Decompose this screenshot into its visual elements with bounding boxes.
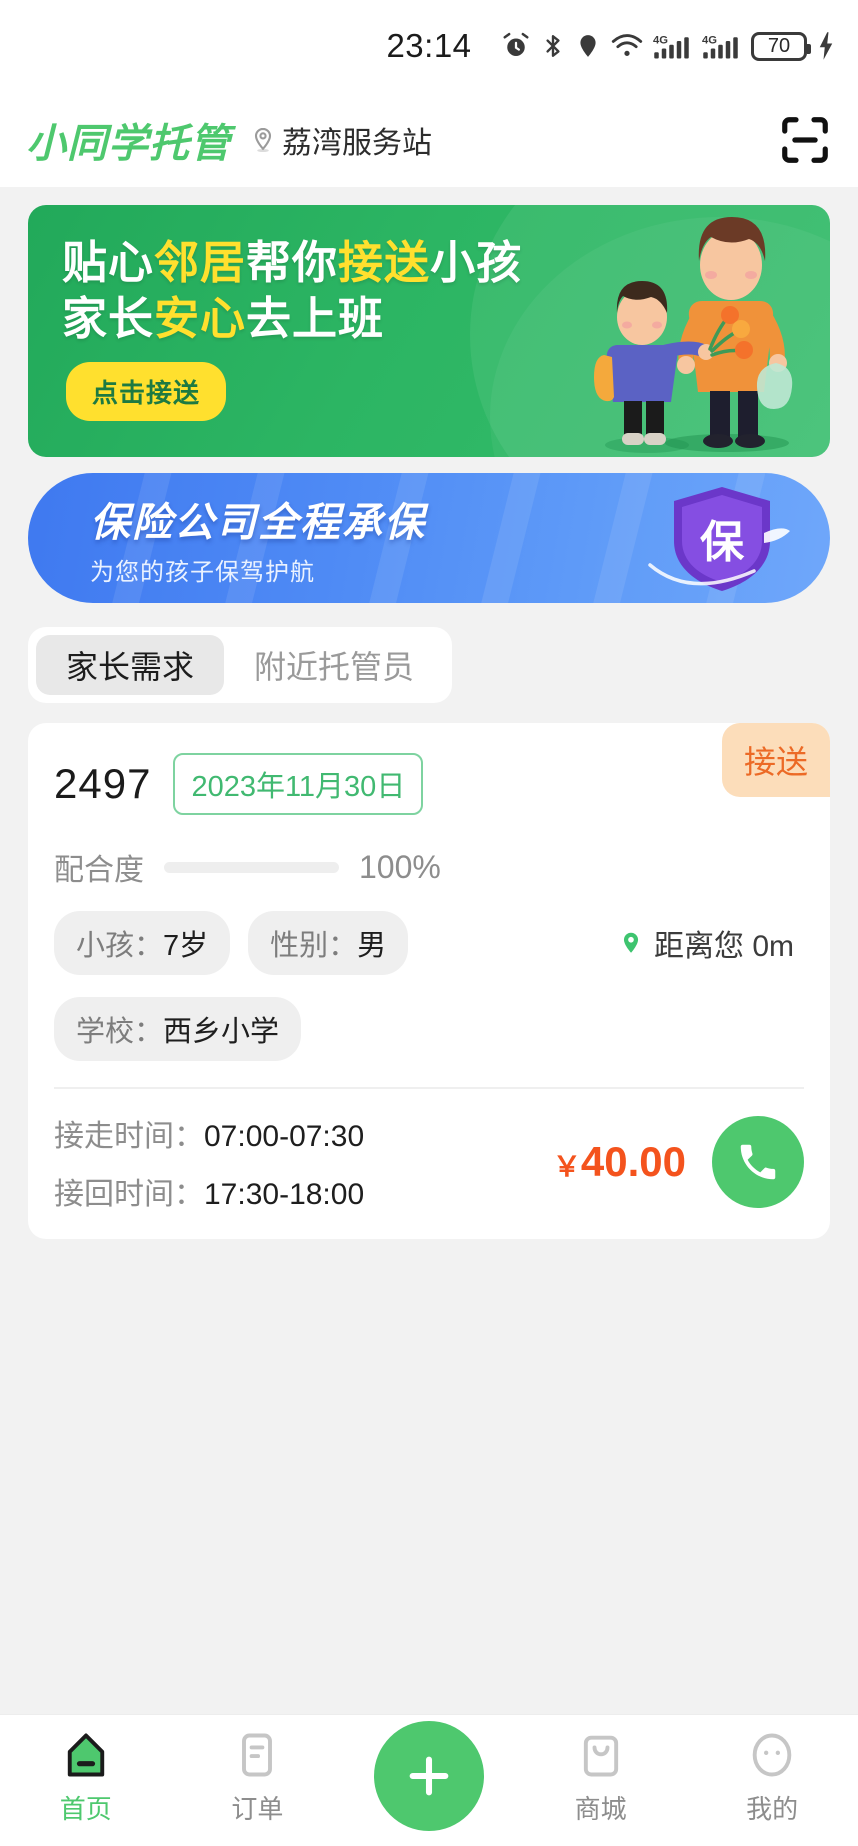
location-pin-icon [623, 932, 639, 953]
return-time-label: 接回时间： [54, 1178, 204, 1211]
location-pin-icon [254, 127, 272, 152]
tag-gender-label: 性别： [270, 930, 358, 962]
tag-child-age-label: 小孩： [76, 930, 164, 962]
alarm-icon [503, 32, 529, 56]
return-time-row: 接回时间：17:30-18:00 [54, 1169, 364, 1213]
cooperation-label: 配合度 [54, 854, 144, 887]
nav-item-profile[interactable]: 我的 [686, 1729, 858, 1826]
bottom-navigation: 首页 订单 商城 我的 [0, 1714, 858, 1846]
nav-label-shop: 商城 [574, 1794, 627, 1824]
plus-icon [409, 1756, 449, 1796]
signal-4g-icon: 4G [702, 35, 738, 59]
call-button[interactable] [712, 1116, 804, 1208]
station-selector[interactable]: 荔湾服务站 [249, 118, 432, 162]
insurance-subtitle: 为您的孩子保驾护航 [90, 558, 315, 586]
return-time-value: 17:30-18:00 [204, 1178, 365, 1211]
nav-item-home[interactable]: 首页 [0, 1729, 172, 1826]
phone-icon [740, 1144, 776, 1180]
order-footer: 接走时间：07:00-07:30 接回时间：17:30-18:00 ￥40.00 [54, 1111, 804, 1213]
hero-l2-a: 家长 [62, 293, 155, 345]
status-icons: 4G 4G 70 [501, 30, 836, 62]
hero-banner[interactable]: 贴心邻居帮你接送小孩 家长安心去上班 点击接送 [28, 205, 830, 457]
insurance-title: 保险公司全程承保 [90, 500, 426, 545]
nav-item-shop[interactable]: 商城 [515, 1729, 687, 1826]
bluetooth-icon [546, 35, 560, 57]
app-screen: 23:14 4G 4G 70 小同学托管 荔湾服务站 贴心邻居帮你接送小孩 家长… [0, 0, 858, 1846]
profile-icon [752, 1733, 792, 1777]
pickup-time-value: 07:00-07:30 [204, 1120, 365, 1153]
scroll-content: 贴心邻居帮你接送小孩 家长安心去上班 点击接送 保险公司全程承保 为您的孩子保驾… [0, 187, 858, 1714]
svg-text:4G: 4G [702, 35, 717, 47]
tab-nearby-caretakers[interactable]: 附近托管员 [224, 635, 444, 695]
tag-gender-value: 男 [357, 930, 387, 962]
status-bar: 23:14 4G 4G 70 [0, 0, 858, 92]
currency-symbol: ￥ [552, 1151, 581, 1182]
cooperation-row: 配合度 100% [54, 845, 804, 889]
insurance-text: 保险公司全程承保 为您的孩子保驾护航 [28, 490, 426, 587]
hero-l2-highlight-a: 安心 [154, 293, 247, 345]
add-button[interactable] [374, 1721, 484, 1831]
nav-label-profile: 我的 [746, 1794, 799, 1824]
tab-parent-demand[interactable]: 家长需求 [36, 635, 225, 695]
hero-l1-a: 贴心 [62, 237, 155, 288]
app-logo: 小同学托管 [26, 121, 231, 166]
hero-l1-c: 小孩 [430, 237, 523, 288]
charging-bolt-icon [819, 32, 833, 60]
signal-4g-icon: 4G [653, 35, 689, 59]
station-name: 荔湾服务站 [282, 126, 432, 160]
order-date: 2023年11月30日 [173, 753, 424, 815]
distance-text: 距离您 0m [653, 930, 794, 963]
child-info-row: 小孩：7岁 性别：男 距离您 0m [54, 911, 804, 975]
wifi-icon [611, 34, 643, 56]
tag-child-age-value: 7岁 [163, 930, 209, 962]
home-icon [67, 1733, 104, 1777]
battery-icon: 70 [751, 31, 811, 61]
tag-child-age: 小孩：7岁 [54, 911, 231, 975]
app-header: 小同学托管 荔湾服务站 [0, 92, 858, 187]
battery-level: 70 [767, 35, 791, 57]
hero-l1-highlight-b: 接送 [338, 237, 431, 288]
tag-school-value: 西乡小学 [163, 1016, 280, 1048]
cooperation-bar [164, 861, 339, 873]
order-card[interactable]: 接送 2497 2023年11月30日 配合度 100% 小孩：7岁 性别：男 [28, 723, 830, 1239]
shield-label: 保 [700, 518, 745, 567]
order-list-icon [242, 1733, 273, 1777]
hero-l1-highlight-a: 邻居 [154, 237, 247, 288]
cooperation-value: 100% [359, 848, 441, 885]
location-icon [580, 35, 596, 57]
hero-cta-button[interactable]: 点击接送 [66, 361, 227, 421]
hero-line-2: 家长安心去上班 [62, 291, 830, 347]
insurance-banner[interactable]: 保险公司全程承保 为您的孩子保驾护航 保 [28, 473, 830, 603]
tag-school: 学校：西乡小学 [54, 997, 302, 1061]
ray-decoration [454, 473, 559, 603]
school-info-row: 学校：西乡小学 [54, 997, 804, 1061]
status-badge: 接送 [721, 723, 830, 797]
hero-l1-b: 帮你 [246, 237, 339, 288]
schedule-times: 接走时间：07:00-07:30 接回时间：17:30-18:00 [54, 1111, 364, 1213]
tab-switcher: 家长需求 附近托管员 [28, 627, 453, 703]
hero-text: 贴心邻居帮你接送小孩 家长安心去上班 [28, 205, 830, 348]
pickup-time-row: 接走时间：07:00-07:30 [54, 1111, 364, 1155]
order-price: ￥40.00 [553, 1138, 686, 1186]
price-amount: 40.00 [580, 1138, 686, 1185]
distance-info: 距离您 0m [618, 921, 804, 965]
order-card-header: 2497 2023年11月30日 [54, 753, 804, 815]
status-time: 23:14 [386, 27, 472, 64]
svg-text:4G: 4G [653, 35, 668, 47]
shield-badge-icon: 保 [644, 479, 794, 603]
hero-line-1: 贴心邻居帮你接送小孩 [62, 235, 830, 291]
shop-bag-icon [583, 1735, 618, 1777]
nav-label-home: 首页 [59, 1794, 112, 1824]
nav-item-orders[interactable]: 订单 [172, 1729, 344, 1826]
pickup-time-label: 接走时间： [54, 1120, 204, 1153]
scan-icon[interactable] [778, 113, 832, 167]
card-divider [54, 1087, 804, 1089]
order-id: 2497 [54, 760, 152, 807]
nav-label-orders: 订单 [231, 1794, 284, 1824]
tag-school-label: 学校： [76, 1016, 164, 1048]
hero-l2-b: 去上班 [246, 293, 385, 345]
tag-gender: 性别：男 [248, 911, 409, 975]
